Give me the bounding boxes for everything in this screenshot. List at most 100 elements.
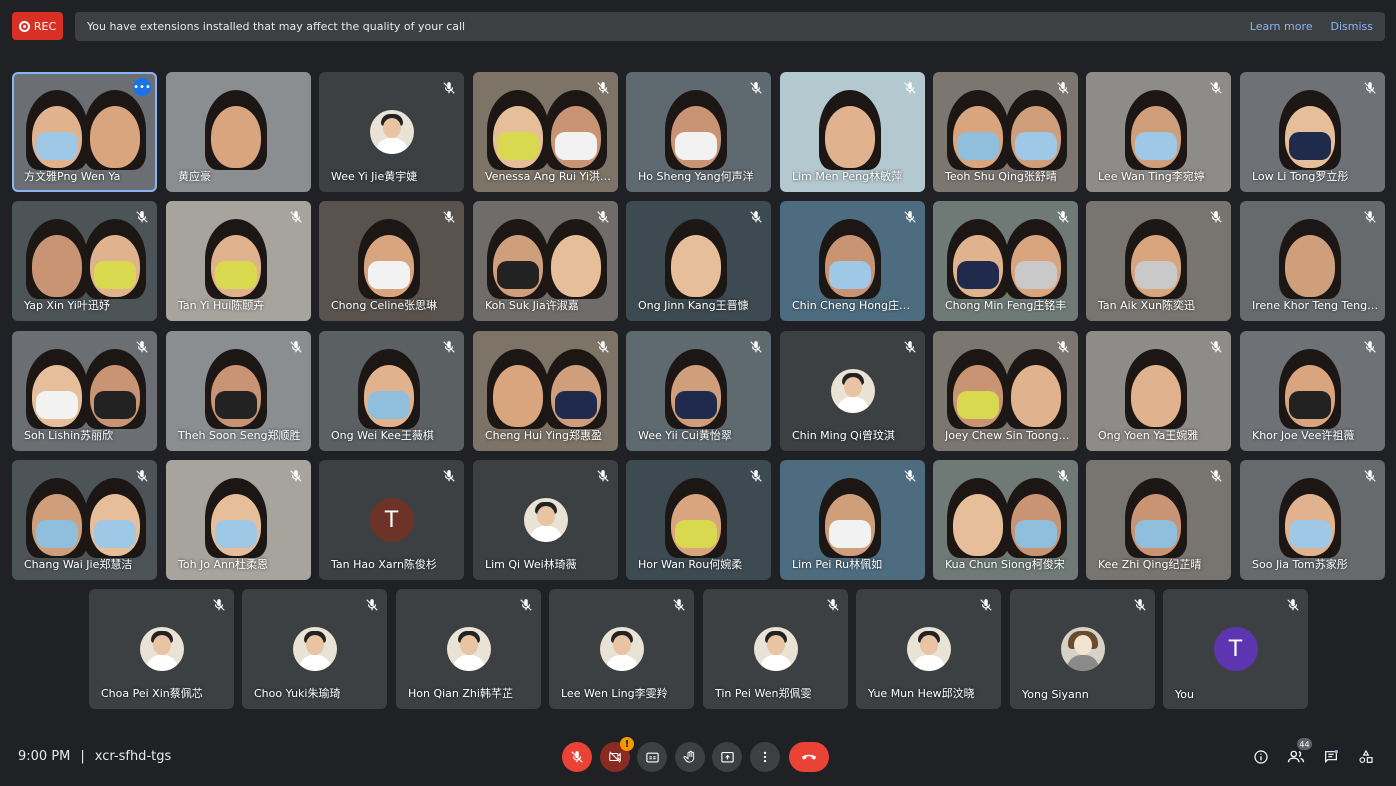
participant-tile[interactable]: Chong Celine张思琳: [319, 201, 464, 321]
participant-tile[interactable]: Yue Mun Hew邱汶晓: [856, 589, 1001, 709]
participant-tile[interactable]: Chong Min Feng庄铭丰: [933, 201, 1078, 321]
participant-tile[interactable]: Ong Jinn Kang王晋慷: [626, 201, 771, 321]
avatar: [599, 627, 644, 671]
participant-tile[interactable]: Lim Men Peng林敏萍: [780, 72, 925, 192]
leave-call-button[interactable]: [789, 742, 829, 772]
participant-tile[interactable]: Low Li Tong罗立彤: [1240, 72, 1385, 192]
participant-tile[interactable]: Lim Pei Ru林佩如: [780, 460, 925, 580]
camera-toggle-button[interactable]: !: [600, 737, 634, 772]
avatar: [139, 627, 184, 671]
participant-name: Cheng Hui Ying郑惠盈: [485, 429, 603, 442]
participant-tile[interactable]: Yap Xin Yi叶迅妤: [12, 201, 157, 321]
captions-button[interactable]: [637, 742, 667, 772]
mic-off-icon: [750, 82, 762, 94]
participant-tile[interactable]: Hon Qian Zhi韩芊芷: [396, 589, 541, 709]
participant-tile[interactable]: Koh Suk Jia许淑嘉: [473, 201, 618, 321]
participant-name: Toh Jo Ann杜柔恩: [178, 558, 268, 571]
avatar: [292, 627, 337, 671]
meeting-code[interactable]: xcr-sfhd-tgs: [95, 749, 171, 764]
participant-tile[interactable]: T You: [1163, 589, 1308, 709]
participant-tile[interactable]: Choo Yuki朱瑜琦: [242, 589, 387, 709]
participant-name: Koh Suk Jia许淑嘉: [485, 299, 579, 312]
participant-name: Tan Aik Xun陈奕迅: [1098, 299, 1196, 312]
participant-name: Choo Yuki朱瑜琦: [254, 687, 341, 700]
recording-indicator[interactable]: REC: [12, 12, 63, 40]
mic-off-icon: [750, 211, 762, 223]
participant-tile[interactable]: 黄应豪: [166, 72, 311, 192]
participant-tile[interactable]: Kua Chun Siong柯俊宋: [933, 460, 1078, 580]
chat-button[interactable]: [1321, 747, 1341, 767]
participant-tile[interactable]: Ho Sheng Yang何声洋: [626, 72, 771, 192]
mic-off-icon: [1057, 341, 1069, 353]
end-call-icon: [802, 754, 816, 760]
avatar: [830, 369, 875, 413]
mic-off-icon: [597, 82, 609, 94]
mic-off-icon: [290, 341, 302, 353]
participant-name: Chong Min Feng庄铭丰: [945, 299, 1067, 312]
participant-name: Soh Lishin苏丽欣: [24, 429, 114, 442]
participant-name: Tan Hao Xarn陈俊杉: [331, 558, 437, 571]
participant-name: Soo Jia Tom苏家彤: [1252, 558, 1348, 571]
participant-tile[interactable]: Theh Soon Seng郑顺胜: [166, 331, 311, 451]
participant-tile[interactable]: Joey Chew Sin Toong周心彤: [933, 331, 1078, 451]
participant-tile[interactable]: Lee Wan Ting李宛婷: [1086, 72, 1231, 192]
participant-name: Ong Yoen Ya王婉雅: [1098, 429, 1199, 442]
mic-off-icon: [673, 599, 685, 611]
chat-icon: [1325, 750, 1338, 764]
mic-off-icon: [136, 211, 148, 223]
raise-hand-button[interactable]: [675, 742, 705, 772]
participant-name: Lim Men Peng林敏萍: [792, 170, 903, 183]
participant-tile[interactable]: Lim Qi Wei林琦薇: [473, 460, 618, 580]
captions-icon: [645, 752, 659, 762]
dismiss-button[interactable]: Dismiss: [1331, 20, 1374, 33]
mic-off-icon: [597, 470, 609, 482]
participant-name: Yap Xin Yi叶迅妤: [24, 299, 110, 312]
present-screen-button[interactable]: [712, 742, 742, 772]
meeting-details-button[interactable]: [1251, 747, 1271, 767]
learn-more-link[interactable]: Learn more: [1250, 20, 1313, 33]
participant-name: Chin Ming Qi曾玟淇: [792, 429, 895, 442]
participant-tile[interactable]: ••• 方文雅Png Wen Ya: [12, 72, 157, 192]
microphone-toggle-button[interactable]: [562, 742, 592, 772]
participant-tile[interactable]: Venessa Ang Rui Yi洪芮怡: [473, 72, 618, 192]
participant-tile[interactable]: Toh Jo Ann杜柔恩: [166, 460, 311, 580]
participant-name: Chong Celine张思琳: [331, 299, 438, 312]
participant-tile[interactable]: Tin Pei Wen郑佩雯: [703, 589, 848, 709]
participant-tile[interactable]: Cheng Hui Ying郑惠盈: [473, 331, 618, 451]
participant-tile[interactable]: Hor Wan Rou何婉柔: [626, 460, 771, 580]
options-icon[interactable]: •••: [133, 78, 151, 96]
participant-tile[interactable]: Khor Joe Vee许祖薇: [1240, 331, 1385, 451]
mic-off-icon: [1364, 82, 1376, 94]
participant-tile[interactable]: Chang Wai Jie郑慧洁: [12, 460, 157, 580]
participant-tile[interactable]: Irene Khor Teng Teng许婷婷: [1240, 201, 1385, 321]
participant-name: Theh Soon Seng郑顺胜: [178, 429, 301, 442]
participant-tile[interactable]: Chin Ming Qi曾玟淇: [780, 331, 925, 451]
participant-tile[interactable]: Soo Jia Tom苏家彤: [1240, 460, 1385, 580]
participant-tile[interactable]: Yong Siyann: [1010, 589, 1155, 709]
participant-name: Joey Chew Sin Toong周心彤: [945, 429, 1072, 442]
participant-tile[interactable]: Ong Yoen Ya王婉雅: [1086, 331, 1231, 451]
mic-off-icon: [443, 211, 455, 223]
participant-tile[interactable]: Choa Pei Xin蔡佩芯: [89, 589, 234, 709]
mic-off-icon: [1134, 599, 1146, 611]
participant-tile[interactable]: Ong Wei Kee王薇棋: [319, 331, 464, 451]
mic-off-icon: [366, 599, 378, 611]
participant-tile[interactable]: Wee Yii Cui黄怡翠: [626, 331, 771, 451]
info-icon: [1254, 750, 1268, 764]
participant-tile[interactable]: Tan Aik Xun陈奕迅: [1086, 201, 1231, 321]
participant-tile[interactable]: Lee Wen Ling李雯羚: [549, 589, 694, 709]
participant-tile[interactable]: Soh Lishin苏丽欣: [12, 331, 157, 451]
more-options-button[interactable]: [750, 742, 780, 772]
participant-tile[interactable]: Chin Cheng Hong庄承宏: [780, 201, 925, 321]
participant-tile[interactable]: Teoh Shu Qing张舒晴: [933, 72, 1078, 192]
activities-button[interactable]: [1356, 747, 1376, 767]
mic-off-icon: [136, 470, 148, 482]
participant-tile[interactable]: Kee Zhi Qing纪芷晴: [1086, 460, 1231, 580]
people-button[interactable]: [1286, 747, 1306, 767]
participant-tile[interactable]: Tan Yi Hui陈颐卉: [166, 201, 311, 321]
participant-name: Chin Cheng Hong庄承宏: [792, 299, 919, 312]
participant-name: 方文雅Png Wen Ya: [24, 170, 121, 183]
participant-tile[interactable]: T Tan Hao Xarn陈俊杉: [319, 460, 464, 580]
participant-tile[interactable]: Wee Yi Jie黄宇婕: [319, 72, 464, 192]
mic-off-icon: [904, 470, 916, 482]
